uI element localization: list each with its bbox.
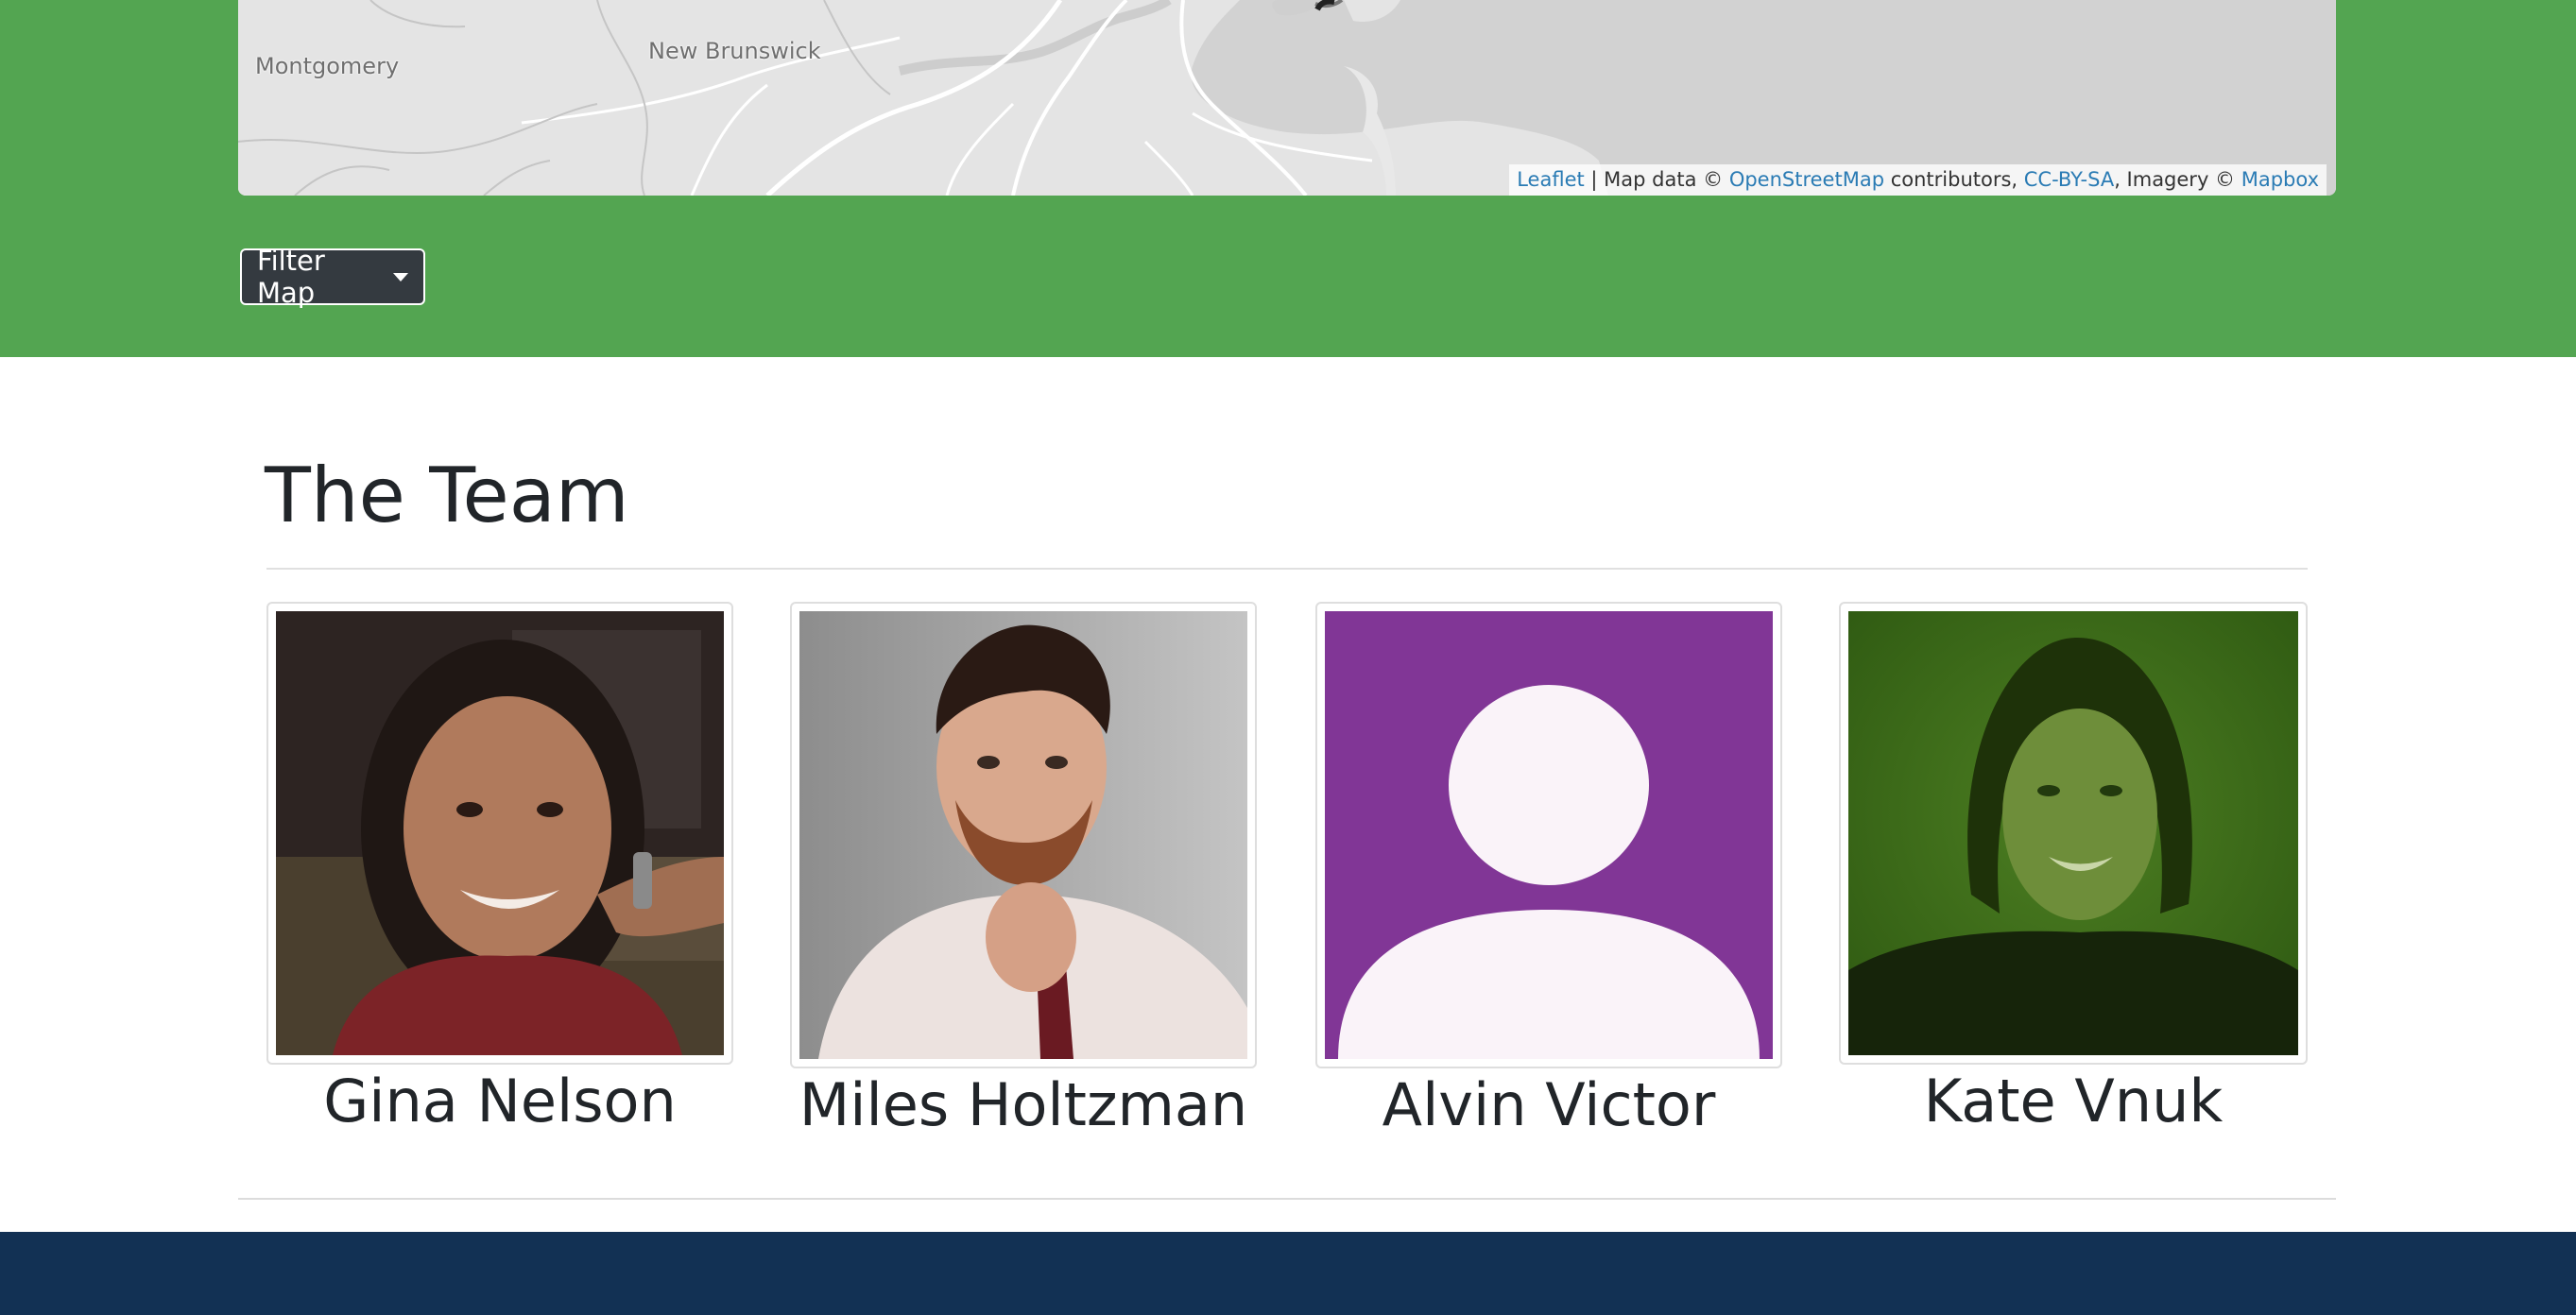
team-member-card	[1315, 602, 1782, 1068]
attribution-text-3: , Imagery ©	[2114, 168, 2241, 191]
openstreetmap-link[interactable]: OpenStreetMap	[1729, 168, 1884, 191]
avatar-placeholder-icon	[1325, 611, 1773, 1059]
filter-map-button[interactable]: Filter Map	[240, 245, 425, 309]
map[interactable]: Montgomery New Brunswick Leaflet | Map d…	[238, 0, 2336, 196]
team-member-card	[1839, 602, 2308, 1065]
member-photo-image	[276, 611, 724, 1055]
team-heading: The Team	[265, 452, 629, 539]
member-photo-image	[1848, 611, 2298, 1055]
map-label-new-brunswick: New Brunswick	[648, 38, 821, 64]
attribution-text-1: | Map data ©	[1584, 168, 1729, 191]
caret-down-icon	[393, 272, 408, 282]
section-divider	[238, 1198, 2336, 1200]
member-name: Gina Nelson	[323, 1067, 677, 1136]
map-attribution: Leaflet | Map data © OpenStreetMap contr…	[1509, 164, 2327, 196]
member-photo	[1848, 611, 2298, 1055]
member-photo	[799, 611, 1247, 1059]
leaflet-link[interactable]: Leaflet	[1517, 168, 1585, 191]
mapbox-link[interactable]: Mapbox	[2241, 168, 2319, 191]
team-member-card	[790, 602, 1257, 1068]
member-name: Kate Vnuk	[1923, 1067, 2224, 1136]
team-member-card	[266, 602, 733, 1065]
member-photo	[276, 611, 724, 1055]
map-section: Montgomery New Brunswick Leaflet | Map d…	[0, 0, 2576, 357]
member-photo	[1325, 611, 1773, 1059]
member-name: Alvin Victor	[1382, 1070, 1716, 1139]
filter-map-label: Filter Map	[257, 245, 325, 309]
cc-by-sa-link[interactable]: CC-BY-SA	[2024, 168, 2114, 191]
footer	[0, 1232, 2576, 1315]
member-name: Miles Holtzman	[799, 1070, 1248, 1139]
member-photo-image	[799, 611, 1247, 1059]
attribution-text-2: contributors,	[1884, 168, 2024, 191]
team-divider	[266, 568, 2308, 570]
map-label-montgomery: Montgomery	[255, 53, 400, 79]
